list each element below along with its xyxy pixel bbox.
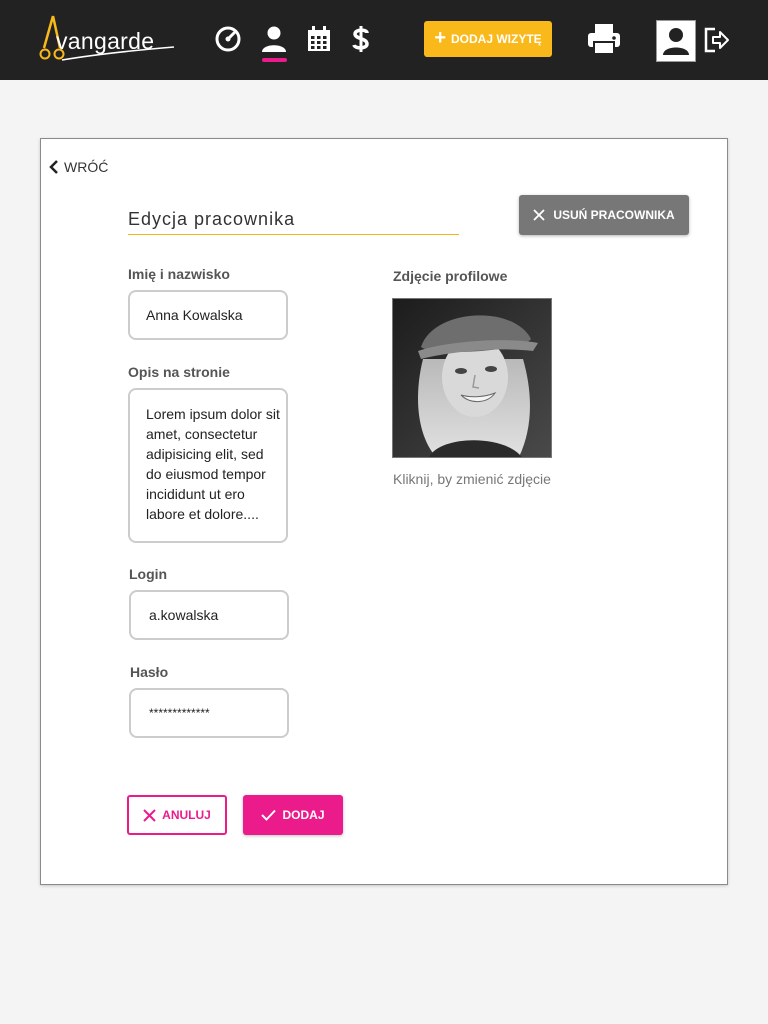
plus-icon: + <box>434 27 446 49</box>
nav-calendar[interactable] <box>304 24 334 54</box>
person-icon <box>262 26 286 52</box>
name-label: Imię i nazwisko <box>128 266 230 282</box>
back-link[interactable]: WRÓĆ <box>49 159 108 175</box>
profile-photo[interactable] <box>392 298 552 458</box>
close-icon <box>533 209 545 221</box>
submit-button[interactable]: DODAJ <box>243 795 343 835</box>
user-avatar-icon <box>663 28 689 55</box>
login-input[interactable]: a.kowalska <box>129 590 289 640</box>
password-label: Hasło <box>130 664 169 680</box>
calendar-icon <box>308 26 330 51</box>
logout-button[interactable] <box>703 26 731 54</box>
nav-employees[interactable] <box>259 24 289 54</box>
chevron-left-icon <box>49 160 58 174</box>
dollar-icon <box>352 26 369 52</box>
edit-employee-card: WRÓĆ Edycja pracownika USUŃ PRACOWNIKA I… <box>40 138 728 885</box>
logo-text: vangarde <box>56 28 155 54</box>
submit-label: DODAJ <box>282 808 325 822</box>
cancel-button[interactable]: ANULUJ <box>127 795 227 835</box>
back-label: WRÓĆ <box>64 159 109 175</box>
photo-label: Zdjęcie profilowe <box>393 268 508 284</box>
top-navigation-bar: vangarde + DODAJ WIZYTĘ <box>0 0 768 80</box>
name-input[interactable]: Anna Kowalska <box>128 290 288 340</box>
delete-employee-label: USUŃ PRACOWNIKA <box>553 208 675 222</box>
checkmark-icon <box>261 809 277 821</box>
active-nav-indicator <box>262 58 287 62</box>
add-visit-button[interactable]: + DODAJ WIZYTĘ <box>424 21 552 57</box>
nav-finances[interactable] <box>346 24 376 54</box>
close-icon <box>143 808 156 822</box>
profile-photo-image <box>393 299 551 457</box>
description-label: Opis na stronie <box>128 364 230 380</box>
nav-dashboard[interactable] <box>213 24 243 54</box>
description-textarea[interactable]: Lorem ipsum dolor sit amet, consectetur … <box>128 388 288 543</box>
photo-caption[interactable]: Kliknij, by zmienić zdjęcie <box>393 471 551 487</box>
login-label: Login <box>129 566 168 582</box>
dashboard-icon <box>215 26 241 52</box>
logout-icon <box>704 27 729 53</box>
add-visit-label: DODAJ WIZYTĘ <box>451 32 542 46</box>
password-input[interactable]: ************* <box>129 688 289 738</box>
delete-employee-button[interactable]: USUŃ PRACOWNIKA <box>519 195 689 235</box>
page-title: Edycja pracownika <box>128 209 459 235</box>
profile-button[interactable] <box>656 20 696 62</box>
printer-icon <box>588 24 620 55</box>
cancel-label: ANULUJ <box>162 808 211 822</box>
print-button[interactable] <box>586 22 622 56</box>
